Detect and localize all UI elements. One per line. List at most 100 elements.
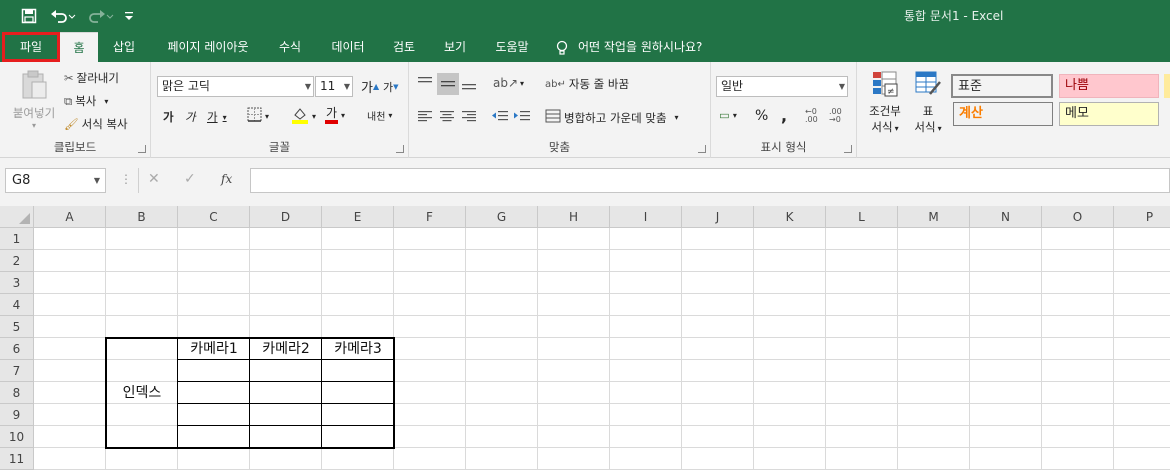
tell-me-search[interactable]: 어떤 작업을 원하시나요? — [556, 32, 702, 62]
tab-formulas[interactable]: 수식 — [268, 32, 312, 62]
align-left-button[interactable] — [417, 109, 433, 123]
style-calculation[interactable]: 계산 — [953, 102, 1053, 126]
row-header-9[interactable]: 9 — [0, 404, 34, 426]
chevron-down-icon: ▼ — [838, 82, 845, 91]
style-normal[interactable]: 표준 — [951, 74, 1053, 98]
style-normal-label: 표준 — [958, 79, 982, 94]
column-header-o[interactable]: O — [1042, 206, 1114, 228]
number-group-label: 표시 형식 — [760, 140, 807, 154]
number-format-select[interactable]: 일반 ▼ — [716, 76, 848, 97]
confirm-icon[interactable]: ✓ — [184, 171, 196, 187]
italic-button[interactable]: 가 — [185, 109, 196, 125]
tab-view[interactable]: 보기 — [434, 32, 476, 62]
font-name-select[interactable]: 맑은 고딕 ▼ — [157, 76, 314, 97]
paste-button[interactable]: 붙여넣기 ▾ — [8, 70, 60, 130]
borders-button[interactable]: ▾ — [247, 107, 269, 125]
tab-insert[interactable]: 삽입 — [102, 32, 146, 62]
font-launcher-icon[interactable] — [396, 145, 404, 153]
font-size-select[interactable]: 11 ▼ — [315, 76, 353, 97]
align-bottom-button[interactable] — [461, 76, 477, 90]
undo-icon[interactable] — [48, 6, 78, 26]
customize-qat-icon[interactable] — [122, 6, 136, 26]
format-as-table-button[interactable]: 표 서식 ▾ — [909, 70, 947, 135]
row-header-11[interactable]: 11 — [0, 448, 34, 470]
row-header-4[interactable]: 4 — [0, 294, 34, 316]
style-bad[interactable]: 나쁨 — [1059, 74, 1159, 98]
column-header-n[interactable]: N — [970, 206, 1042, 228]
align-right-button[interactable] — [461, 109, 477, 123]
wrap-text-button[interactable]: ab↵ 자동 줄 바꿈 — [545, 76, 629, 92]
row-header-6[interactable]: 6 — [0, 338, 34, 360]
column-header-b[interactable]: B — [106, 206, 178, 228]
align-middle-button[interactable] — [437, 73, 459, 95]
row-header-7[interactable]: 7 — [0, 360, 34, 382]
number-launcher-icon[interactable] — [844, 145, 852, 153]
bold-button[interactable]: 가 — [163, 109, 174, 125]
underline-button[interactable]: 가 ▾ — [207, 109, 227, 125]
row-header-8[interactable]: 8 — [0, 382, 34, 404]
decrease-indent-button[interactable] — [491, 109, 509, 123]
column-header-f[interactable]: F — [394, 206, 466, 228]
alignment-launcher-icon[interactable] — [698, 145, 706, 153]
insert-function-button[interactable]: fx — [221, 172, 232, 186]
conditional-format-button[interactable]: ≠ 조건부 서식 ▾ — [865, 70, 905, 135]
tab-home[interactable]: 홈 — [60, 32, 98, 62]
row-header-3[interactable]: 3 — [0, 272, 34, 294]
column-header-a[interactable]: A — [34, 206, 106, 228]
phonetic-button[interactable]: 내천 ▾ — [367, 108, 392, 123]
row-header-5[interactable]: 5 — [0, 316, 34, 338]
decrease-font-button[interactable]: 가 ▼ — [383, 79, 399, 95]
align-center-button[interactable] — [439, 109, 455, 123]
column-header-d[interactable]: D — [250, 206, 322, 228]
cut-label: 잘라내기 — [76, 71, 119, 85]
cut-button[interactable]: ✂ 잘라내기 — [64, 70, 119, 86]
tab-page-layout[interactable]: 페이지 레이아웃 — [156, 32, 260, 62]
cancel-icon[interactable]: ✕ — [148, 171, 160, 187]
merge-center-button[interactable]: 병합하고 가운데 맞춤 ▾ — [545, 109, 679, 126]
align-top-button[interactable] — [417, 76, 433, 90]
clipboard-launcher-icon[interactable] — [138, 145, 146, 153]
column-header-g[interactable]: G — [466, 206, 538, 228]
column-header-m[interactable]: M — [898, 206, 970, 228]
decrease-decimal-button[interactable]: .00 →0 — [829, 108, 842, 124]
redo-icon[interactable] — [86, 6, 116, 26]
tab-help[interactable]: 도움말 — [484, 32, 540, 62]
column-header-h[interactable]: H — [538, 206, 610, 228]
gridline-vertical — [681, 228, 682, 470]
comma-button[interactable]: , — [781, 106, 787, 125]
increase-indent-button[interactable] — [513, 109, 531, 123]
orientation-button[interactable]: ab↗ ▾ — [493, 76, 524, 90]
increase-decimal-button[interactable]: ←0.00 — [805, 108, 818, 124]
cell-d6[interactable]: 카메라2 — [252, 340, 320, 358]
column-header-e[interactable]: E — [322, 206, 394, 228]
formula-bar-grip-icon[interactable]: ⋮ — [120, 172, 132, 186]
cell-e6[interactable]: 카메라3 — [324, 340, 392, 358]
tab-review[interactable]: 검토 — [382, 32, 426, 62]
row-header-1[interactable]: 1 — [0, 228, 34, 250]
copy-button[interactable]: ⧉ 복사 ▾ — [64, 93, 108, 109]
row-header-10[interactable]: 10 — [0, 426, 34, 448]
column-header-j[interactable]: J — [682, 206, 754, 228]
column-header-l[interactable]: L — [826, 206, 898, 228]
save-icon[interactable] — [18, 6, 40, 26]
fill-color-button[interactable]: ▾ — [291, 106, 316, 127]
cell-b8-merged[interactable]: 인덱스 — [108, 384, 176, 402]
column-header-c[interactable]: C — [178, 206, 250, 228]
accounting-format-button[interactable]: ▭ ▾ — [719, 108, 737, 122]
column-header-k[interactable]: K — [754, 206, 826, 228]
format-painter-button[interactable]: 🖌 서식 복사 — [64, 116, 128, 132]
column-header-i[interactable]: I — [610, 206, 682, 228]
select-all-corner[interactable] — [0, 206, 34, 228]
tab-data[interactable]: 데이터 — [320, 32, 376, 62]
column-header-p[interactable]: P — [1114, 206, 1170, 228]
percent-button[interactable]: % — [755, 108, 768, 124]
cell-c6[interactable]: 카메라1 — [180, 340, 248, 358]
name-box[interactable]: G8 ▼ — [5, 168, 106, 193]
formula-input[interactable] — [250, 168, 1170, 193]
row-header-2[interactable]: 2 — [0, 250, 34, 272]
increase-font-button[interactable]: 가 ▲ — [361, 77, 379, 96]
style-neutral-partial[interactable] — [1164, 74, 1170, 98]
style-note[interactable]: 메모 — [1059, 102, 1159, 126]
font-color-button[interactable]: 가 ▾ — [325, 106, 345, 124]
tab-file[interactable]: 파일 — [2, 32, 60, 62]
